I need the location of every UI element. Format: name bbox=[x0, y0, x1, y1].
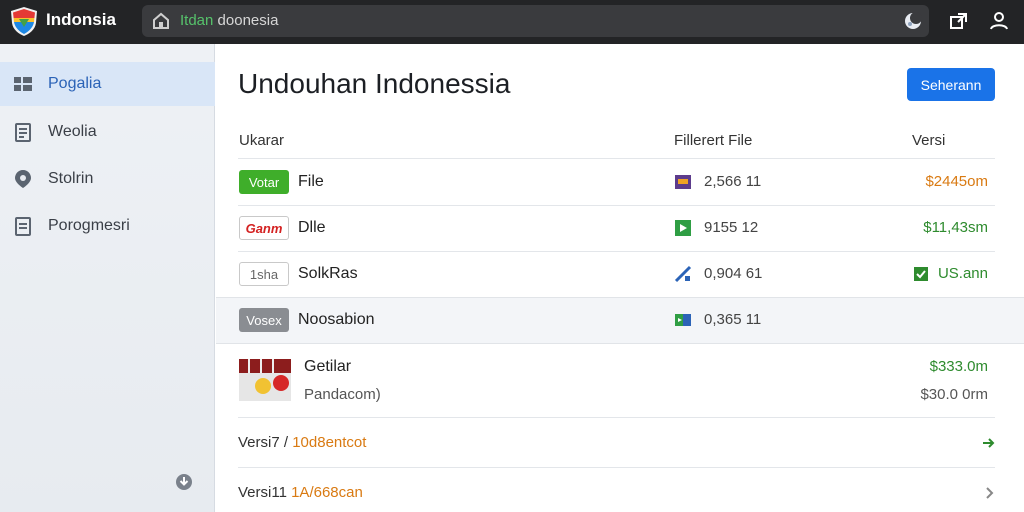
row-badge: Ganm bbox=[239, 216, 289, 240]
feature-row[interactable]: Getilar Pandacom) $333.0m $30.0 0rm bbox=[216, 345, 1024, 417]
url-rest: doonesia bbox=[213, 12, 279, 29]
list-item[interactable]: Versi11 1A/668can bbox=[216, 468, 1024, 512]
external-link-icon[interactable] bbox=[946, 8, 972, 34]
row-file-number: 2,566 11 bbox=[704, 173, 762, 190]
row-name: Dlle bbox=[298, 219, 326, 236]
sidebar-item-porogmesri[interactable]: Porogmesri bbox=[0, 204, 215, 248]
sidebar-item-weolia[interactable]: Weolia bbox=[0, 110, 215, 154]
sidebar-item-label: Pogalia bbox=[48, 75, 102, 92]
home-icon[interactable] bbox=[152, 12, 170, 30]
url-bar[interactable]: Itdan doonesia bbox=[142, 5, 929, 37]
table-row[interactable]: Ganm Dlle 9155 12 $11,43sm bbox=[216, 206, 1024, 251]
row-badge: Vosex bbox=[239, 308, 289, 332]
feature-title: Getilar bbox=[304, 358, 352, 375]
sidebar-item-pogalia[interactable]: Pogalia bbox=[0, 62, 215, 106]
list-document-icon bbox=[15, 217, 31, 236]
row-name: File bbox=[298, 173, 324, 190]
version-link-prefix: Versi11 bbox=[238, 484, 287, 501]
row-name: SolkRas bbox=[298, 265, 358, 282]
feature-price-secondary: $30.0 0rm bbox=[920, 386, 988, 403]
feature-subtitle: Pandacom) bbox=[304, 386, 381, 403]
table-row[interactable]: 1sha SolkRas 0,904 61 US.ann bbox=[216, 252, 1024, 297]
row-file-number: 0,365 11 bbox=[704, 311, 762, 328]
column-header-file[interactable]: Fillerert File bbox=[674, 132, 752, 149]
file-type-icon bbox=[675, 314, 691, 326]
feature-price: $333.0m bbox=[929, 358, 988, 375]
app-logo-shield-icon[interactable] bbox=[8, 5, 40, 37]
file-type-icon bbox=[675, 220, 691, 236]
download-badge-icon[interactable] bbox=[174, 472, 194, 492]
table-row-hovered[interactable]: Vosex Noosabion 0,365 11 bbox=[216, 297, 1024, 344]
row-name: Noosabion bbox=[298, 311, 375, 328]
row-badge: 1sha bbox=[239, 262, 289, 286]
checkbox-checked-icon[interactable] bbox=[913, 266, 929, 282]
chevron-right-icon[interactable] bbox=[982, 486, 996, 500]
app-title: Indonsia bbox=[46, 10, 116, 29]
package-thumbnail-icon bbox=[239, 359, 291, 401]
sidebar: Pogalia Weolia Stolrin Porogmesri bbox=[0, 44, 215, 512]
top-bar: Indonsia Itdan doonesia bbox=[0, 0, 1024, 44]
column-header-version[interactable]: Versi bbox=[912, 132, 945, 149]
file-type-icon bbox=[674, 265, 692, 283]
sidebar-item-label: Stolrin bbox=[48, 170, 94, 187]
file-type-icon bbox=[675, 175, 691, 189]
page-title: Undouhan Indonessia bbox=[238, 68, 511, 99]
row-price: $11,43sm bbox=[923, 219, 988, 236]
sidebar-item-stolrin[interactable]: Stolrin bbox=[0, 157, 215, 201]
row-file-number: 9155 12 bbox=[704, 219, 759, 236]
row-file-number: 0,904 61 bbox=[704, 265, 763, 282]
version-link[interactable]: Versi11 1A/668can bbox=[238, 484, 363, 501]
version-link-accent: 10d8entcot bbox=[292, 434, 367, 451]
column-header-name[interactable]: Ukarar bbox=[239, 132, 284, 149]
url-prefix: Itdan bbox=[180, 12, 214, 29]
document-icon bbox=[15, 123, 31, 142]
row-price: US.ann bbox=[937, 265, 988, 282]
user-icon[interactable] bbox=[986, 8, 1012, 34]
arrow-right-icon[interactable] bbox=[982, 436, 996, 450]
sidebar-item-label: Weolia bbox=[48, 123, 97, 140]
sidebar-item-label: Porogmesri bbox=[48, 217, 130, 234]
version-link-prefix: Versi7 / bbox=[238, 434, 289, 451]
row-price: $2445om bbox=[925, 173, 988, 190]
list-item[interactable]: Versi7 / 10d8entcot bbox=[216, 418, 1024, 467]
main-content: Undouhan Indonessia Seherann Ukarar Fill… bbox=[216, 44, 1024, 512]
grid-icon bbox=[14, 77, 32, 91]
table-row[interactable]: Votar File 2,566 11 $2445om bbox=[216, 159, 1024, 205]
url-text[interactable]: Itdan doonesia bbox=[180, 12, 278, 29]
row-badge: Votar bbox=[239, 170, 289, 194]
version-link[interactable]: Versi7 / 10d8entcot bbox=[238, 434, 366, 451]
version-link-accent: 1A/668can bbox=[291, 484, 363, 501]
moon-icon[interactable] bbox=[903, 11, 923, 31]
primary-action-button[interactable]: Seherann bbox=[907, 68, 995, 101]
location-pin-icon bbox=[15, 170, 31, 188]
